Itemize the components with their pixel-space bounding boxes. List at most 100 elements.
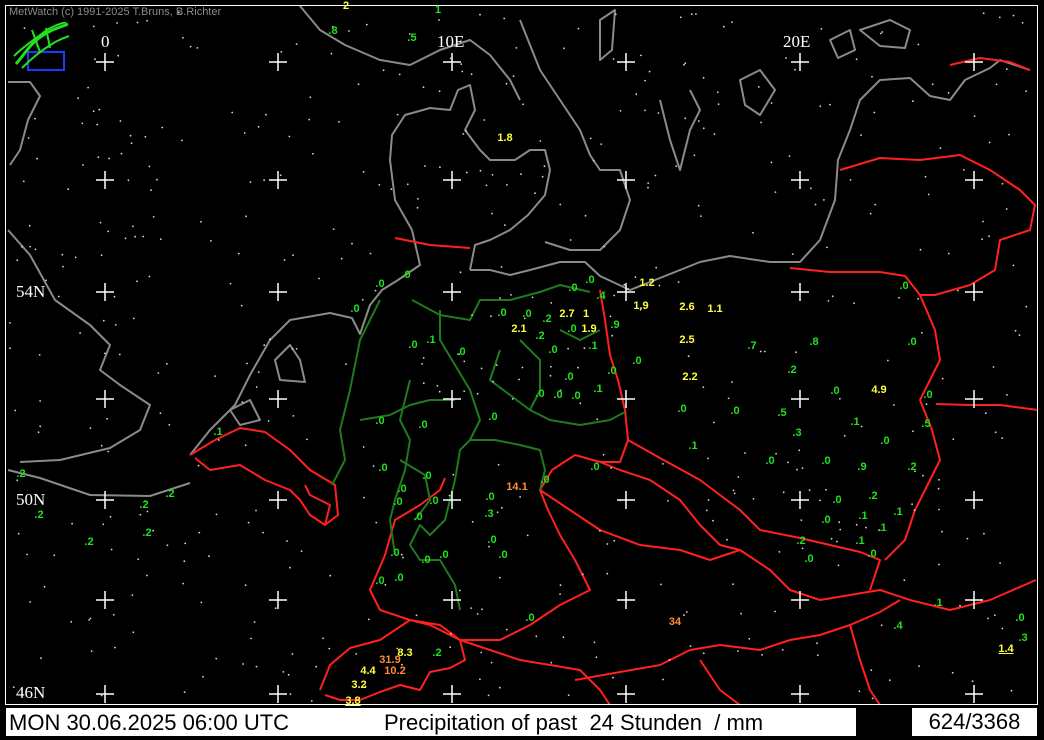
station-dot-icon — [712, 519, 714, 522]
station-dot-icon — [117, 54, 120, 57]
station-dot-icon — [612, 676, 614, 679]
station-dot-icon — [702, 652, 705, 655]
station-dot-icon — [917, 43, 920, 46]
precipitation-value: .2 — [16, 468, 26, 480]
station-dot-icon — [640, 54, 642, 57]
station-dot-icon — [156, 178, 158, 181]
grid-cross-icon — [965, 171, 983, 189]
station-dot-icon — [606, 543, 609, 545]
station-dot-icon — [871, 75, 873, 78]
station-dot-icon — [62, 265, 64, 268]
station-dot-icon — [988, 235, 990, 238]
precipitation-value: 2 — [342, 0, 350, 12]
grid-cross-icon — [965, 53, 983, 71]
lon-label-0: 0 — [101, 32, 110, 51]
grid-cross-icon — [96, 591, 114, 609]
precipitation-value: .1 — [593, 383, 603, 395]
precipitation-value: .0 — [422, 470, 432, 482]
precipitation-value: .3 — [792, 427, 802, 439]
station-dot-icon — [603, 245, 606, 248]
station-dot-icon — [596, 418, 599, 421]
footer-datetime: MON 30.06.2025 06:00 UTC — [9, 710, 290, 735]
station-dot-icon — [998, 16, 1001, 19]
station-dot-icon — [112, 614, 115, 616]
station-dot-icon — [89, 427, 92, 429]
station-dot-icon — [458, 589, 461, 592]
station-dot-icon — [253, 621, 256, 623]
station-dot-icon — [148, 165, 151, 168]
station-dot-icon — [462, 133, 465, 135]
station-dot-icon — [365, 23, 368, 26]
station-dot-icon — [255, 665, 258, 668]
station-dot-icon — [819, 499, 821, 502]
precipitation-value: .1 — [588, 340, 598, 352]
station-dot-icon — [500, 266, 503, 268]
station-dot-icon — [110, 548, 113, 551]
station-dot-icon — [120, 152, 123, 155]
station-dot-icon — [88, 619, 90, 621]
station-dot-icon — [700, 215, 702, 218]
station-dot-icon — [695, 13, 697, 15]
precipitation-value: .0 — [1015, 612, 1025, 624]
station-dot-icon — [34, 248, 37, 251]
station-dot-icon — [210, 240, 212, 242]
precipitation-value: .0 — [830, 385, 840, 397]
station-dot-icon — [81, 122, 84, 125]
station-dot-icon — [839, 528, 842, 531]
station-dot-icon — [737, 650, 739, 652]
station-dot-icon — [922, 474, 924, 477]
station-dot-icon — [757, 86, 760, 88]
station-dot-icon — [927, 193, 930, 196]
precipitation-value: 2.6 — [679, 301, 695, 313]
station-dot-icon — [460, 63, 463, 65]
station-dot-icon — [74, 256, 77, 259]
station-dot-icon — [898, 296, 900, 299]
station-dot-icon — [687, 355, 690, 358]
station-dot-icon — [422, 86, 425, 89]
station-dot-icon — [947, 252, 950, 255]
station-dot-icon — [338, 121, 340, 123]
station-dot-icon — [634, 276, 637, 278]
station-dot-icon — [503, 17, 506, 20]
station-dot-icon — [973, 115, 976, 117]
station-dot-icon — [470, 73, 473, 76]
precipitation-value: .8 — [328, 25, 338, 37]
precipitation-value: .1 — [877, 522, 887, 534]
station-dot-icon — [71, 522, 73, 525]
station-dot-icon — [748, 637, 751, 640]
station-dot-icon — [100, 254, 103, 257]
station-dot-icon — [129, 134, 132, 137]
station-dot-icon — [476, 392, 479, 395]
station-dot-icon — [146, 574, 148, 577]
station-dot-icon — [357, 83, 360, 86]
precipitation-value: .1 — [850, 416, 860, 428]
station-dot-icon — [292, 415, 295, 417]
station-dot-icon — [534, 192, 536, 195]
precipitation-value: .0 — [585, 274, 595, 286]
station-dot-icon — [247, 521, 250, 524]
station-dot-icon — [794, 68, 796, 71]
precipitation-value: 1.8 — [497, 132, 513, 144]
precipitation-value: .0 — [540, 474, 550, 486]
precipitation-value: .0 — [350, 303, 360, 315]
station-dot-icon — [785, 57, 787, 59]
station-dot-icon — [479, 13, 481, 16]
station-dot-icon — [29, 601, 32, 603]
station-dot-icon — [29, 245, 31, 248]
station-dot-icon — [181, 139, 183, 142]
precipitation-value: 2.5 — [679, 334, 695, 346]
station-dot-icon — [310, 700, 313, 702]
station-dot-icon — [770, 161, 773, 164]
station-dot-icon — [1001, 627, 1004, 630]
station-dot-icon — [28, 224, 31, 227]
station-dot-icon — [795, 351, 797, 354]
station-dot-icon — [648, 70, 651, 73]
station-dot-icon — [159, 238, 162, 241]
station-dot-icon — [520, 173, 522, 176]
station-dot-icon — [559, 584, 562, 587]
station-dot-icon — [689, 645, 692, 647]
station-dot-icon — [957, 289, 959, 292]
grid-cross-icon — [443, 390, 461, 408]
precipitation-value: .2 — [34, 509, 44, 521]
station-dot-icon — [480, 367, 483, 370]
